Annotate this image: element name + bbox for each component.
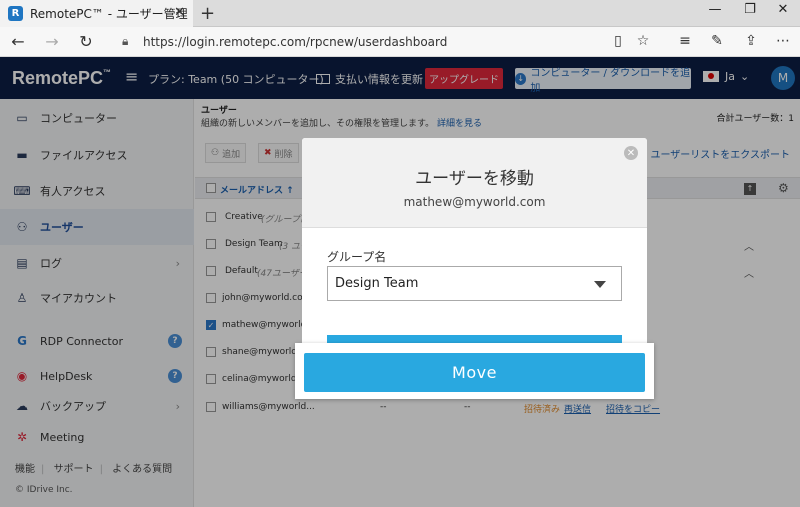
modal-header: ✕ ユーザーを移動 mathew@myworld.com [302, 138, 647, 228]
more-icon[interactable]: ⋯ [772, 33, 794, 49]
group-name-select[interactable]: Design Team [327, 266, 622, 301]
tab-title: RemotePC™ - ユーザー管理 [30, 7, 188, 21]
group-name-label: グループ名 [327, 250, 387, 264]
close-icon[interactable]: ✕ [624, 146, 638, 160]
close-window-icon[interactable]: ✕ [768, 2, 798, 17]
url-field[interactable]: https://login.remotepc.com/rpcnew/userda… [143, 35, 447, 49]
minimize-icon[interactable]: — [700, 2, 730, 17]
address-bar: ← → ↻ 🔒︎ https://login.remotepc.com/rpcn… [0, 27, 800, 57]
dropdown-arrow-icon [594, 281, 606, 288]
restore-icon[interactable]: ❐ [735, 2, 765, 17]
move-user-modal: ✕ ユーザーを移動 mathew@myworld.com グループ名 Desig… [302, 138, 647, 358]
web-note-icon[interactable]: ✎ [706, 33, 728, 49]
back-icon[interactable]: ← [6, 32, 30, 51]
browser-tab[interactable]: R RemotePC™ - ユーザー管理 ✕ [0, 0, 193, 27]
move-button-highlight: Move [295, 343, 654, 399]
share-icon[interactable]: ⇪ [740, 33, 762, 49]
move-button[interactable]: Move [304, 353, 645, 392]
lock-icon: 🔒︎ [122, 34, 129, 48]
modal-user-email: mathew@myworld.com [403, 195, 546, 209]
reading-view-icon[interactable]: ▯ [607, 33, 629, 49]
modal-title: ユーザーを移動 [415, 169, 534, 189]
hub-icon[interactable]: ≡ [674, 33, 696, 49]
remotepc-favicon-icon: R [8, 6, 23, 21]
close-tab-icon[interactable]: ✕ [174, 5, 185, 20]
favorite-star-icon[interactable]: ☆ [632, 33, 654, 49]
browser-tab-bar: R RemotePC™ - ユーザー管理 ✕ + — ❐ ✕ [0, 0, 800, 27]
forward-icon[interactable]: → [40, 32, 64, 51]
refresh-icon[interactable]: ↻ [74, 32, 98, 51]
new-tab-icon[interactable]: + [200, 3, 215, 24]
